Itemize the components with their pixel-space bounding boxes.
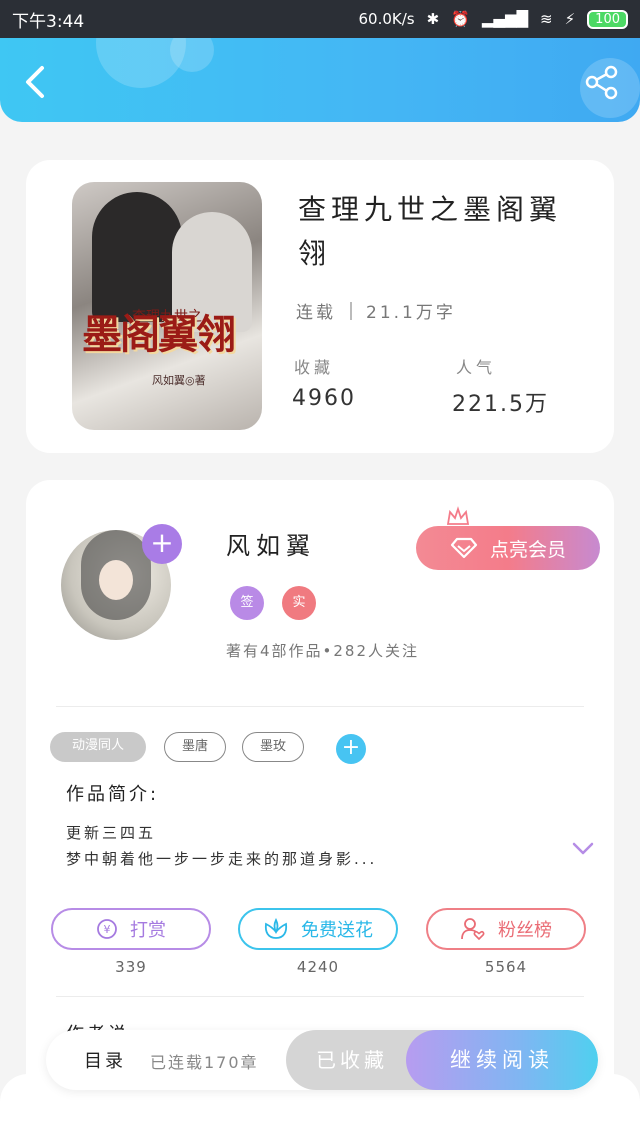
wifi-icon: ≋ bbox=[540, 10, 553, 28]
flower-count: 4240 bbox=[296, 958, 340, 976]
book-title: 查理九世之墨阁翼翎 bbox=[298, 193, 563, 270]
fans-ranking-button[interactable]: 粉丝榜 bbox=[426, 908, 586, 950]
meta-divider bbox=[350, 301, 352, 320]
bluetooth-icon: ✱ bbox=[426, 10, 440, 28]
vip-area: 点亮会员 bbox=[416, 506, 602, 570]
diamond-icon bbox=[450, 537, 478, 559]
vip-button[interactable]: 点亮会员 bbox=[416, 526, 600, 570]
book-info-card: 查理九世之 墨阁翼翎 风如翼◎著 查理九世之墨阁翼翎 连载 21.1万字 收藏 … bbox=[26, 160, 614, 453]
fans-label: 粉丝榜 bbox=[498, 920, 552, 941]
toc-button[interactable]: 目录 bbox=[84, 1047, 126, 1073]
bottom-action-bar: 目录 已连载170章 已收藏 继续阅读 bbox=[46, 1030, 598, 1090]
book-cover[interactable]: 查理九世之 墨阁翼翎 风如翼◎著 bbox=[72, 182, 262, 430]
reward-label: 打赏 bbox=[130, 920, 166, 941]
verified-badge: 实 bbox=[282, 586, 316, 620]
intro-line-2: 梦中朝着他一步一步走来的那道身影... bbox=[66, 850, 378, 868]
book-word-count: 21.1万字 bbox=[366, 303, 456, 323]
crown-icon bbox=[446, 506, 470, 525]
reward-button[interactable]: ¥ 打赏 bbox=[51, 908, 211, 950]
charging-icon: ⚡ bbox=[564, 10, 576, 28]
add-tag-button[interactable]: + bbox=[336, 734, 366, 764]
signed-badge: 签 bbox=[230, 586, 264, 620]
collect-value: 4960 bbox=[292, 386, 356, 411]
top-header bbox=[0, 38, 640, 122]
author-card: + 风如翼 签 实 著有4部作品•282人关注 点亮会员 动漫同人 墨唐 墨玫 … bbox=[26, 480, 614, 1120]
continue-reading-button[interactable]: 继续阅读 bbox=[406, 1030, 598, 1090]
status-time: 下午3:44 bbox=[12, 11, 85, 32]
battery-icon: 100 bbox=[587, 9, 628, 29]
chevron-down-icon[interactable] bbox=[572, 842, 594, 856]
divider bbox=[56, 996, 584, 997]
vip-button-label: 点亮会员 bbox=[489, 538, 566, 561]
author-name: 风如翼 bbox=[226, 532, 316, 560]
share-icon bbox=[585, 65, 618, 100]
avatar-face bbox=[99, 560, 133, 600]
status-icons: 60.0K/s ✱ ⏰ ▂▄▆█ ≋ ⚡ 100 bbox=[358, 9, 628, 29]
user-heart-icon bbox=[461, 918, 485, 941]
alarm-icon: ⏰ bbox=[451, 10, 470, 28]
collect-label: 收藏 bbox=[294, 358, 335, 377]
tag-item[interactable]: 动漫同人 bbox=[50, 732, 146, 762]
share-button[interactable] bbox=[584, 64, 620, 100]
tag-item[interactable]: 墨唐 bbox=[164, 732, 226, 762]
svg-text:¥: ¥ bbox=[104, 923, 111, 936]
tag-item[interactable]: 墨玫 bbox=[242, 732, 304, 762]
popularity-label: 人气 bbox=[456, 358, 497, 377]
network-speed: 60.0K/s bbox=[358, 10, 415, 28]
flower-icon bbox=[264, 918, 288, 939]
cover-author-tag: 风如翼◎著 bbox=[152, 374, 206, 387]
popularity-value: 221.5万 bbox=[452, 392, 549, 417]
author-works-info: 著有4部作品•282人关注 bbox=[226, 642, 420, 660]
back-button[interactable] bbox=[18, 62, 54, 102]
intro-line-1: 更新三四五 bbox=[66, 824, 157, 842]
book-status: 连载 bbox=[296, 303, 336, 323]
reward-count: 339 bbox=[115, 958, 147, 976]
follow-author-button[interactable]: + bbox=[142, 524, 182, 564]
book-meta: 连载 21.1万字 bbox=[296, 298, 456, 323]
send-flower-button[interactable]: 免费送花 bbox=[238, 908, 398, 950]
signal-icon: ▂▄▆█ bbox=[481, 10, 529, 28]
divider bbox=[56, 706, 584, 707]
yen-coin-icon: ¥ bbox=[97, 919, 117, 939]
chapter-count: 已连载170章 bbox=[150, 1053, 259, 1072]
cover-title-art: 墨阁翼翎 bbox=[82, 311, 236, 358]
flower-label: 免费送花 bbox=[301, 920, 373, 941]
chevron-left-icon bbox=[26, 66, 44, 98]
intro-title: 作品简介: bbox=[66, 784, 160, 805]
fans-count: 5564 bbox=[484, 958, 528, 976]
status-bar: 下午3:44 60.0K/s ✱ ⏰ ▂▄▆█ ≋ ⚡ 100 bbox=[0, 0, 640, 38]
